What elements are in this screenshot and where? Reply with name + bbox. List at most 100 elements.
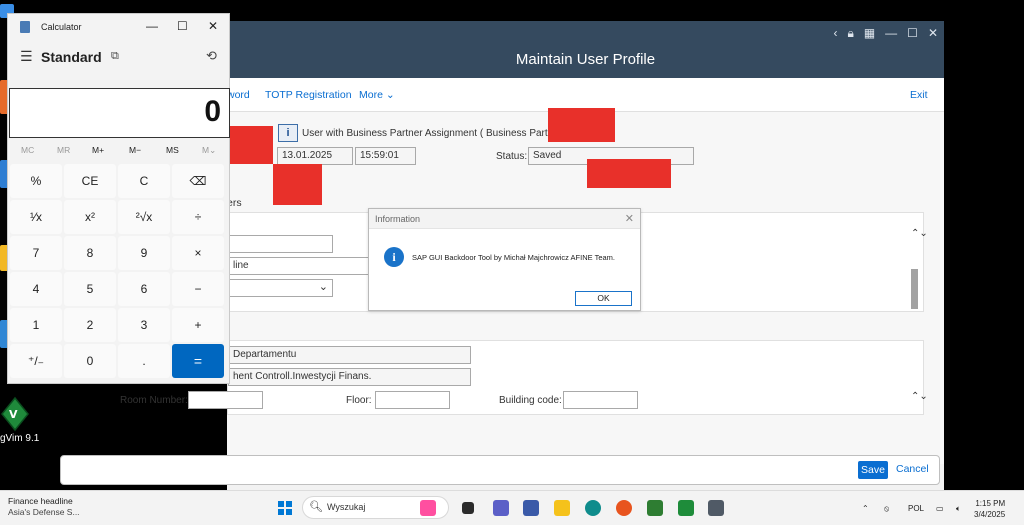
ok-button[interactable]: OK: [575, 291, 632, 306]
divide-key[interactable]: ÷: [172, 200, 224, 234]
network-icon[interactable]: ⦸: [884, 504, 889, 514]
negate-key[interactable]: ⁺/₋: [10, 344, 62, 378]
memory-subtract-button[interactable]: M−: [129, 145, 141, 155]
digit-8-key[interactable]: 8: [64, 236, 116, 270]
scrollbar-thumb[interactable]: [911, 269, 918, 309]
calculator-app-icon[interactable]: [708, 500, 724, 516]
add-key[interactable]: +: [172, 308, 224, 342]
memory-recall-button[interactable]: MR: [57, 145, 70, 155]
system-clock[interactable]: 1:15 PM 3/4/2025: [974, 498, 1005, 520]
firefox-icon[interactable]: [616, 500, 632, 516]
footer-bar: [60, 455, 940, 485]
digit-4-key[interactable]: 4: [10, 272, 62, 306]
edge-browser-icon[interactable]: [585, 500, 601, 516]
status-label: Status:: [496, 151, 528, 162]
function-field[interactable]: hent Controll.Inwestycji Finans.: [228, 368, 471, 386]
square-key[interactable]: x²: [64, 200, 116, 234]
gvim-icon[interactable]: V: [0, 396, 30, 436]
chevron-up-icon[interactable]: ⌃: [862, 504, 869, 513]
department-field[interactable]: Departamentu: [228, 346, 471, 364]
digit-5-key[interactable]: 5: [64, 272, 116, 306]
calculator-mode-bar: ☰ Standard ⧉ ⟲: [8, 44, 229, 70]
memory-add-button[interactable]: M+: [92, 145, 104, 155]
info-icon[interactable]: i: [278, 124, 298, 142]
digit-2-key[interactable]: 2: [64, 308, 116, 342]
lock-icon[interactable]: 🔒︎: [847, 26, 853, 41]
sap-titlebar: ‹ 🔒︎ ▦ — ☐ ✕ Maintain User Profile: [227, 21, 944, 78]
floor-input[interactable]: [375, 391, 450, 409]
teams-app-icon[interactable]: [493, 500, 509, 516]
display-value: 0: [204, 95, 221, 128]
memory-list-button[interactable]: M⌄: [202, 145, 216, 156]
clock-time: 1:15 PM: [975, 499, 1006, 508]
back-icon[interactable]: ‹: [833, 26, 837, 41]
subtract-key[interactable]: −: [172, 272, 224, 306]
calculator-titlebar: Calculator — ☐ ✕: [8, 14, 229, 40]
dialog-header: Information ✕: [369, 209, 640, 229]
file-explorer-icon[interactable]: [554, 500, 570, 516]
save-button[interactable]: Save: [858, 461, 888, 479]
digit-1-key[interactable]: 1: [10, 308, 62, 342]
multiply-key[interactable]: ×: [172, 236, 224, 270]
display-icon[interactable]: ▭: [936, 504, 944, 513]
equals-key[interactable]: =: [172, 344, 224, 378]
close-icon[interactable]: ✕: [625, 212, 634, 225]
redaction-block: [548, 108, 615, 142]
clear-key[interactable]: C: [118, 164, 170, 198]
square-root-key[interactable]: ²√x: [118, 200, 170, 234]
room-number-input[interactable]: [188, 391, 263, 409]
grid-icon[interactable]: ▦: [864, 26, 875, 41]
svg-text:V: V: [9, 408, 18, 421]
digit-3-key[interactable]: 3: [118, 308, 170, 342]
calculator-app-icon: [20, 21, 30, 33]
keep-on-top-icon[interactable]: ⧉: [111, 50, 119, 63]
vim-app-icon[interactable]: [678, 500, 694, 516]
app-icon[interactable]: [647, 500, 663, 516]
maximize-icon[interactable]: ☐: [907, 26, 918, 41]
decimal-key[interactable]: .: [118, 344, 170, 378]
history-icon[interactable]: ⟲: [206, 48, 217, 64]
maximize-icon[interactable]: ☐: [177, 19, 188, 33]
memory-store-button[interactable]: MS: [166, 145, 179, 155]
building-code-input[interactable]: [563, 391, 638, 409]
digit-7-key[interactable]: 7: [10, 236, 62, 270]
digit-0-key[interactable]: 0: [64, 344, 116, 378]
memory-clear-button[interactable]: MC: [21, 145, 34, 155]
language-indicator[interactable]: POL: [908, 504, 924, 513]
business-partner-label: User with Business Partner Assignment ( …: [302, 128, 565, 139]
search-placeholder: Wyszukaj: [327, 502, 366, 512]
digit-6-key[interactable]: 6: [118, 272, 170, 306]
close-icon[interactable]: ✕: [928, 26, 938, 41]
more-menu-button[interactable]: More ⌄: [359, 89, 395, 101]
minimize-icon[interactable]: —: [885, 26, 897, 41]
task-view-icon[interactable]: [462, 502, 474, 514]
digit-9-key[interactable]: 9: [118, 236, 170, 270]
dropdown-field[interactable]: ⌄: [228, 279, 333, 297]
scroll-arrows-icon[interactable]: ⌃⌄: [911, 391, 928, 402]
name-field[interactable]: [228, 235, 333, 253]
page-title: Maintain User Profile: [515, 51, 656, 68]
redaction-block: [587, 159, 671, 188]
change-password-button[interactable]: word: [227, 89, 250, 101]
news-subtitle: Asia's Defense S...: [8, 507, 80, 517]
hamburger-menu-icon[interactable]: ☰: [20, 48, 33, 65]
calculator-mode: Standard: [41, 49, 102, 65]
widgets-app-icon[interactable]: [420, 500, 436, 516]
percent-key[interactable]: %: [10, 164, 62, 198]
exit-button[interactable]: Exit: [910, 89, 928, 101]
totp-registration-button[interactable]: TOTP Registration: [265, 89, 352, 101]
speaker-icon[interactable]: 🔈︎: [956, 504, 961, 514]
redaction-block: [273, 164, 322, 205]
chevron-down-icon: ⌄: [385, 89, 395, 101]
scroll-arrows-icon[interactable]: ⌃⌄: [911, 228, 928, 239]
app-icon[interactable]: [523, 500, 539, 516]
line-field[interactable]: line: [228, 257, 373, 275]
backspace-key[interactable]: ⌫: [172, 164, 224, 198]
minimize-icon[interactable]: —: [146, 19, 158, 33]
windows-start-icon[interactable]: [278, 501, 292, 515]
clear-entry-key[interactable]: CE: [64, 164, 116, 198]
news-widget[interactable]: Finance headline Asia's Defense S...: [8, 496, 80, 518]
cancel-button[interactable]: Cancel: [896, 463, 929, 475]
close-icon[interactable]: ✕: [208, 19, 218, 33]
reciprocal-key[interactable]: ¹⁄x: [10, 200, 62, 234]
